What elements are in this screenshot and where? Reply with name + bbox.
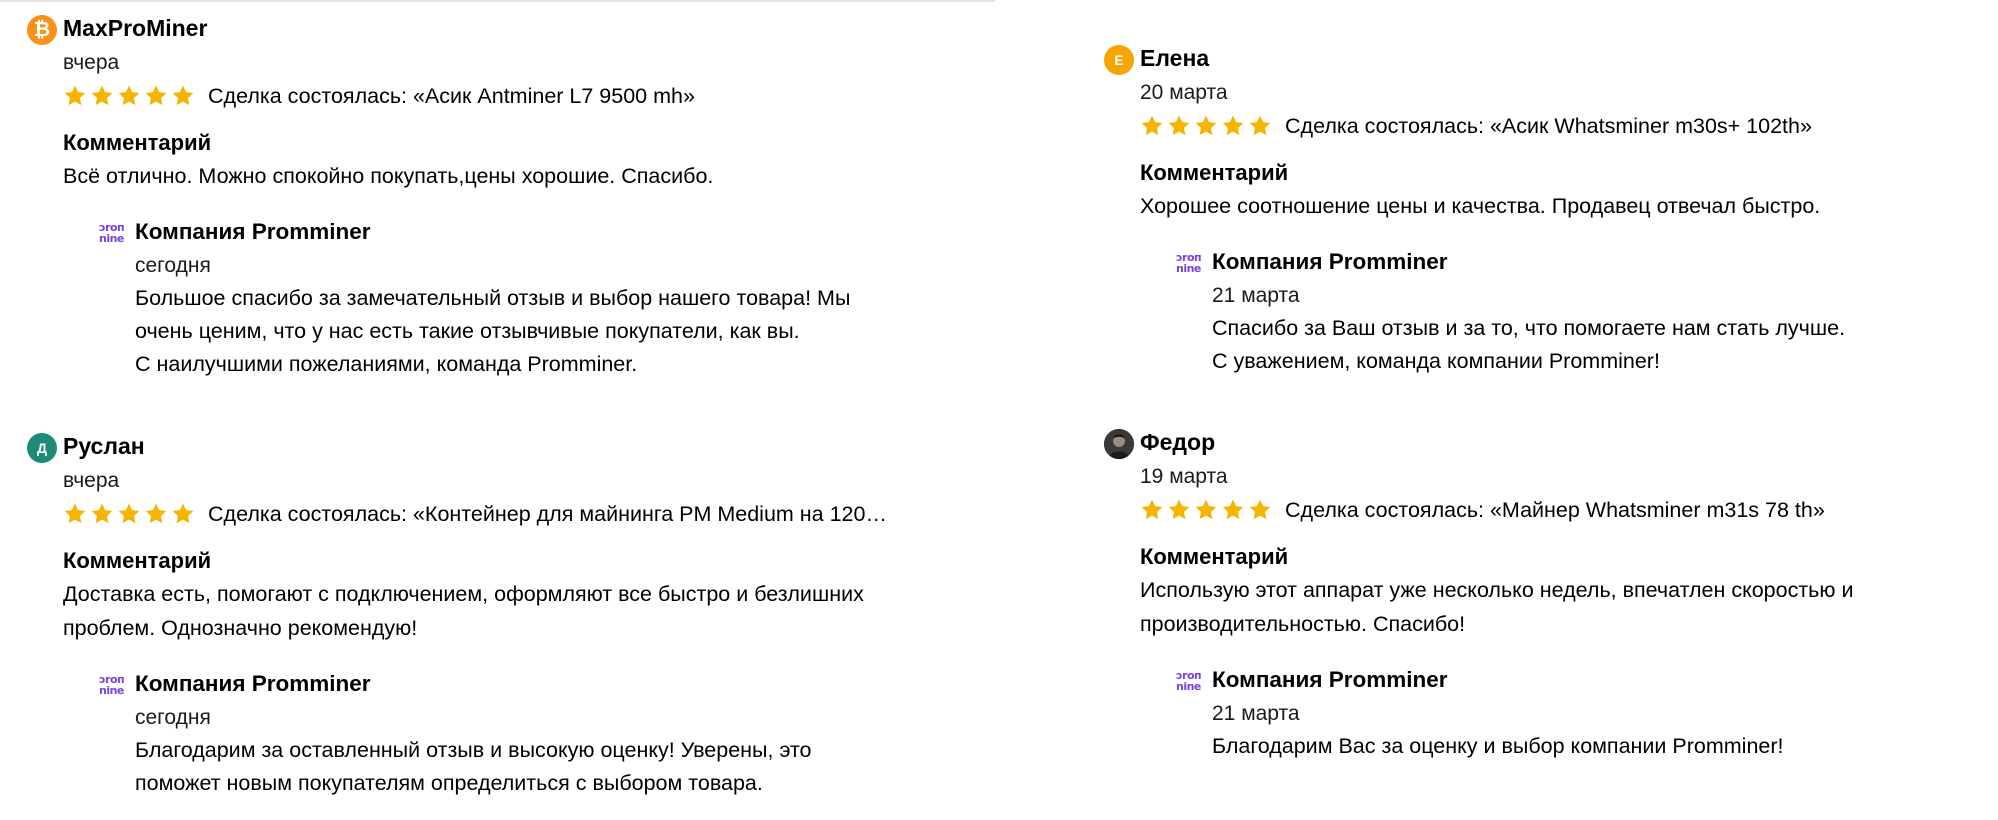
comment-text: Хорошее соотношение цены и качества. Про… [1140,194,1821,218]
comment-text: Использую этот аппарат уже несколько нед… [1140,578,1854,636]
review-author[interactable]: Елена [1140,42,1209,74]
reply-author[interactable]: Компания Promminer [1212,663,1998,697]
review-header: Д Руслан [27,430,967,464]
rating-row: Сделка состоялась: «Майнер Whatsminer m3… [1140,493,1998,527]
star-icon [1249,499,1271,520]
reply-author[interactable]: Компания Promminer [1212,245,1998,279]
review-card: Е Елена 20 марта Сделка состоялась: «Аси… [1104,42,1998,378]
avatar-icon[interactable]: Д [27,433,57,463]
star-icon [1249,115,1271,136]
reply-author[interactable]: Компания Promminer [135,215,967,249]
prominer-logo-icon: ɔroп nine [1176,670,1208,694]
review-header: ₿ MaxProMiner [27,12,967,46]
star-icon [91,85,113,106]
seller-reply: ɔroп nine Компания Promminer сегодня Бол… [99,215,967,381]
logo-text-bottom: nine [1176,262,1201,275]
star-icon [1222,499,1244,520]
review-card: ₿ MaxProMiner вчера Сделка состоялась: «… [27,12,967,381]
review-date: вчера [63,51,120,74]
comment-text: Доставка есть, помогают с подключением, … [63,582,864,640]
star-icon [1222,115,1244,136]
star-icon [1195,499,1217,520]
reply-text: Благодарим за оставленный отзыв и высоку… [135,738,812,795]
comment-title: Комментарий [63,548,212,573]
prominer-logo-icon: ɔroп nine [99,674,131,698]
star-icon [118,503,140,524]
star-icon [1141,115,1163,136]
seller-reply: ɔroп nine Компания Promminer 21 марта Бл… [1176,663,1998,763]
deal-link[interactable]: Сделка состоялась: «Майнер Whatsminer m3… [1285,493,1825,527]
rating-row: Сделка состоялась: «Асик Whatsminer m30s… [1140,109,1998,143]
logo-text-bottom: nine [99,232,124,245]
review-date: 20 марта [1140,81,1228,104]
deal-link[interactable]: Сделка состоялась: «Асик Whatsminer m30s… [1285,109,1812,143]
star-icon [1168,499,1190,520]
seller-reply: ɔroп nine Компания Promminer 21 марта Сп… [1176,245,1998,378]
rating-stars [1140,114,1272,138]
review-author[interactable]: Руслан [63,430,145,462]
reply-text: Благодарим Вас за оценку и выбор компани… [1212,734,1784,758]
review-date: вчера [63,469,120,492]
rating-stars [1140,498,1272,522]
review-author[interactable]: MaxProMiner [63,12,207,44]
reply-date: сегодня [135,706,211,729]
comment-title: Комментарий [1140,160,1289,185]
review-header: Федор [1104,426,1998,460]
deal-link[interactable]: Сделка состоялась: «Асик Antminer L7 950… [208,79,695,113]
comment-title: Комментарий [1140,544,1289,569]
rating-stars [63,502,195,526]
person-photo-icon [1104,429,1134,459]
review-card: Федор 19 марта Сделка состоялась: «Майне… [1104,426,1998,763]
user-photo-avatar[interactable] [1104,429,1134,459]
star-icon [64,85,86,106]
reply-text: Спасибо за Ваш отзыв и за то, что помога… [1212,316,1846,373]
star-icon [118,85,140,106]
star-icon [145,503,167,524]
star-icon [91,503,113,524]
star-icon [172,85,194,106]
reply-text: Большое спасибо за замечательный отзыв и… [135,286,851,376]
top-divider [0,0,995,2]
review-author[interactable]: Федор [1140,426,1215,458]
avatar-icon[interactable]: Е [1104,45,1134,75]
seller-reply: ɔroп nine Компания Promminer сегодня Бла… [99,667,967,800]
star-icon [64,503,86,524]
star-icon [1168,115,1190,136]
logo-text-bottom: nine [1176,680,1201,693]
logo-text-bottom: nine [99,684,124,697]
star-icon [145,85,167,106]
reply-date: сегодня [135,254,211,277]
bitcoin-avatar-icon[interactable]: ₿ [27,15,57,45]
reply-date: 21 марта [1212,702,1300,725]
prominer-logo-icon: ɔroп nine [1176,252,1208,276]
review-date: 19 марта [1140,465,1228,488]
rating-row: Сделка состоялась: «Контейнер для майнин… [63,497,967,531]
comment-text: Всё отлично. Можно спокойно покупать,цен… [63,164,714,188]
rating-stars [63,84,195,108]
reply-author[interactable]: Компания Promminer [135,667,967,701]
star-icon [172,503,194,524]
prominer-logo-icon: ɔroп nine [99,222,131,246]
star-icon [1195,115,1217,136]
deal-link[interactable]: Сделка состоялась: «Контейнер для майнин… [208,497,887,531]
star-icon [1141,499,1163,520]
rating-row: Сделка состоялась: «Асик Antminer L7 950… [63,79,967,113]
review-header: Е Елена [1104,42,1998,76]
comment-title: Комментарий [63,130,212,155]
reply-date: 21 марта [1212,284,1300,307]
review-card: Д Руслан вчера Сделка состоялась: «Конте… [27,430,967,800]
